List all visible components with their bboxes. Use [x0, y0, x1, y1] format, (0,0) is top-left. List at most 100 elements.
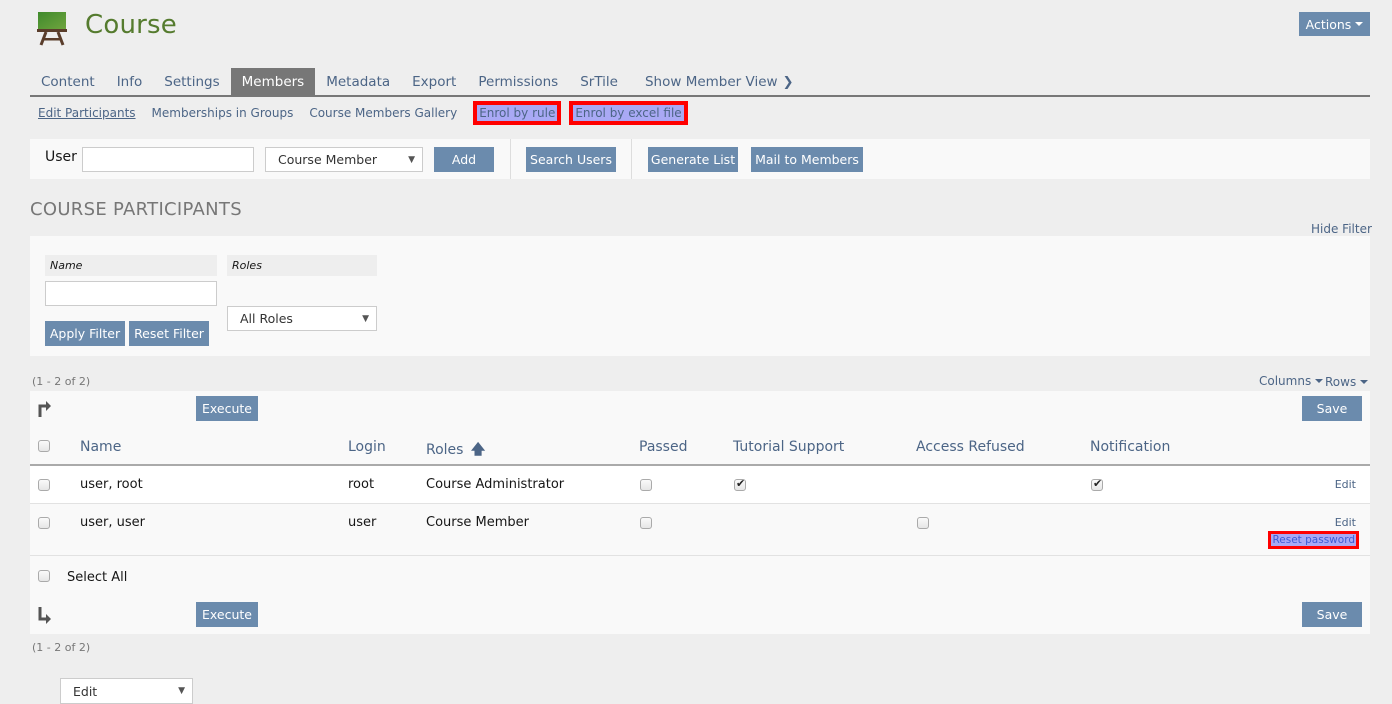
subtab-enrol-by-rule[interactable]: Enrol by rule: [473, 101, 562, 125]
column-header-login[interactable]: Login: [348, 439, 386, 455]
search-users-button[interactable]: Search Users: [526, 147, 616, 172]
column-header-tutorial-support[interactable]: Tutorial Support: [733, 439, 844, 455]
role-select[interactable]: Course Member ▼: [265, 147, 423, 172]
main-tabs: Content Info Settings Members Metadata E…: [30, 68, 1370, 97]
tab-label: Metadata: [326, 74, 391, 90]
add-button[interactable]: Add: [434, 147, 494, 172]
cell-login: user: [348, 515, 377, 530]
row-checkbox[interactable]: [38, 517, 50, 529]
select-all-label: Select All: [67, 570, 128, 585]
cell-name: user, user: [80, 515, 145, 530]
notification-checkbox[interactable]: [1091, 477, 1103, 491]
tab-show-member-view[interactable]: Show Member View ❯: [629, 68, 804, 95]
cell-roles: Course Administrator: [426, 477, 565, 492]
edit-link[interactable]: Edit: [1335, 478, 1356, 491]
cell-login: root: [348, 477, 375, 492]
tab-label: Members: [241, 74, 305, 90]
select-all-checkbox-header[interactable]: [38, 440, 50, 452]
subtab-memberships-in-groups[interactable]: Memberships in Groups: [152, 106, 294, 120]
access-refused-checkbox[interactable]: [917, 517, 929, 529]
roles-filter-select[interactable]: All Roles ▼: [227, 306, 377, 331]
chevron-right-icon: ❯: [782, 75, 794, 90]
table-row: user, user user Course Member Edit Reset…: [30, 504, 1370, 556]
dropdown-arrow-icon: ▼: [408, 154, 415, 165]
subtab-edit-participants[interactable]: Edit Participants: [38, 106, 136, 120]
mail-to-members-button[interactable]: Mail to Members: [751, 147, 863, 172]
toolbar-divider: [631, 139, 632, 179]
user-input[interactable]: [82, 147, 254, 172]
rows-dropdown[interactable]: Rows: [1325, 375, 1369, 389]
name-filter-label: Name: [45, 255, 217, 276]
tutorial-support-checkbox[interactable]: [734, 477, 746, 491]
toolbar-divider: [510, 139, 511, 179]
columns-dropdown[interactable]: Columns: [1259, 374, 1324, 388]
tab-settings[interactable]: Settings: [153, 68, 230, 95]
roles-filter-label: Roles: [227, 255, 377, 276]
cell-roles: Course Member: [426, 515, 529, 530]
actions-label: Actions: [1305, 16, 1352, 32]
arrow-turn-down-right-icon: [38, 606, 52, 628]
columns-label: Columns: [1259, 374, 1312, 388]
save-button-top[interactable]: Save: [1302, 396, 1362, 421]
roles-filter-value: All Roles: [240, 311, 293, 326]
execute-button-top[interactable]: Execute: [196, 396, 258, 421]
tab-permissions[interactable]: Permissions: [467, 68, 569, 95]
rows-label: Rows: [1325, 375, 1357, 389]
hide-filter-link[interactable]: Hide Filter: [1311, 222, 1372, 236]
column-header-notification[interactable]: Notification: [1090, 439, 1170, 455]
row-checkbox[interactable]: [38, 479, 50, 491]
name-filter-input[interactable]: [45, 281, 217, 306]
result-count-bottom: (1 - 2 of 2): [32, 641, 91, 654]
table-header: Name Login Roles 🡅 Passed Tutorial Suppo…: [30, 428, 1370, 466]
page-title: Course: [85, 10, 177, 40]
tab-srtile[interactable]: SrTile: [569, 68, 629, 95]
save-button-bottom[interactable]: Save: [1302, 602, 1362, 627]
column-header-access-refused[interactable]: Access Refused: [916, 439, 1025, 455]
subtab-enrol-by-excel-file[interactable]: Enrol by excel file: [569, 101, 688, 125]
course-easel-icon: [37, 12, 67, 46]
user-label: User: [45, 149, 77, 165]
generate-list-button[interactable]: Generate List: [648, 147, 738, 172]
execute-button-bottom[interactable]: Execute: [196, 602, 258, 627]
tab-label: Export: [412, 74, 457, 90]
filter-panel: [30, 236, 1370, 356]
cell-name: user, root: [80, 477, 143, 492]
tab-label: Settings: [164, 74, 220, 90]
command-select-bottom[interactable]: Edit ▼: [60, 678, 193, 704]
column-header-roles[interactable]: Roles 🡅: [426, 439, 485, 463]
tab-label: Info: [116, 74, 143, 90]
tab-label: Content: [41, 74, 95, 90]
column-header-name[interactable]: Name: [80, 439, 121, 455]
apply-filter-button[interactable]: Apply Filter: [45, 321, 125, 346]
tab-info[interactable]: Info: [106, 68, 154, 95]
roles-header-label: Roles: [426, 442, 464, 458]
passed-checkbox[interactable]: [640, 517, 652, 529]
reset-filter-button[interactable]: Reset Filter: [129, 321, 209, 346]
role-select-value: Course Member: [278, 152, 378, 167]
actions-dropdown-button[interactable]: Actions: [1299, 12, 1370, 36]
section-title: COURSE PARTICIPANTS: [30, 199, 242, 220]
caret-down-icon: [1355, 22, 1364, 26]
passed-checkbox[interactable]: [640, 479, 652, 491]
tab-metadata[interactable]: Metadata: [315, 68, 401, 95]
edit-link[interactable]: Edit: [1335, 516, 1356, 529]
tab-members[interactable]: Members: [230, 68, 316, 95]
subtabs: Edit Participants Memberships in Groups …: [38, 101, 700, 125]
select-all-checkbox[interactable]: [38, 570, 50, 582]
caret-down-icon: [1315, 379, 1324, 383]
arrow-up-icon: 🡅: [470, 442, 486, 458]
arrow-turn-right-icon: [38, 400, 52, 422]
dropdown-arrow-icon: ▼: [178, 686, 185, 696]
tab-content[interactable]: Content: [30, 68, 106, 95]
caret-down-icon: [1360, 380, 1369, 384]
command-select-value: Edit: [73, 683, 98, 699]
tab-label: Show Member View: [644, 74, 778, 90]
tab-label: SrTile: [580, 74, 618, 90]
tab-label: Permissions: [478, 74, 559, 90]
subtab-course-members-gallery[interactable]: Course Members Gallery: [309, 106, 457, 120]
table-row: user, root root Course Administrator Edi…: [30, 466, 1370, 504]
reset-password-link[interactable]: Reset password: [1268, 531, 1359, 549]
participants-table: Name Login Roles 🡅 Passed Tutorial Suppo…: [30, 428, 1370, 556]
column-header-passed[interactable]: Passed: [639, 439, 687, 455]
tab-export[interactable]: Export: [401, 68, 467, 95]
